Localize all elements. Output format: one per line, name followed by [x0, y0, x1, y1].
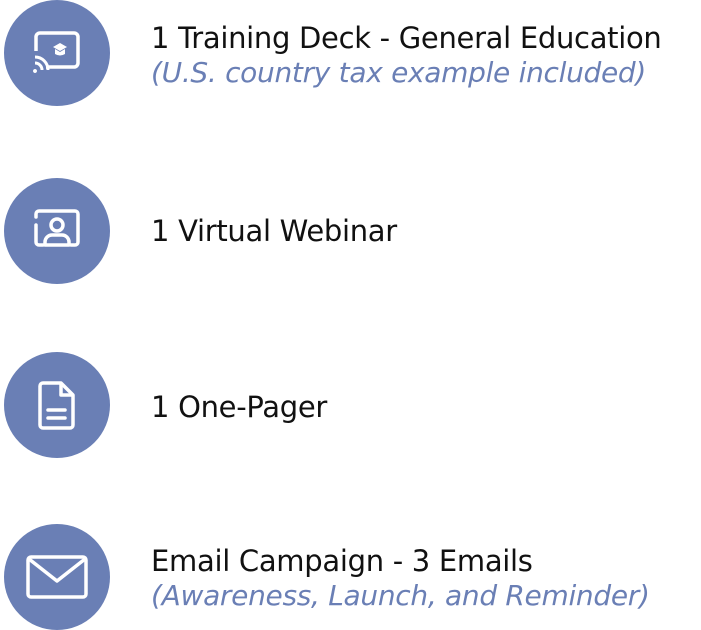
- deliverable-item-webinar: 1 Virtual Webinar: [0, 178, 701, 284]
- item-subtitle: (U.S. country tax example included): [151, 55, 647, 89]
- item-text: 1 One-Pager: [151, 390, 701, 425]
- item-text: 1 Training Deck - General Education (U.S…: [151, 21, 701, 89]
- document-icon: [38, 381, 75, 430]
- webinar-icon: [34, 209, 80, 247]
- item-title: 1 Training Deck - General Education: [151, 21, 662, 55]
- icon-badge: [4, 178, 110, 284]
- deliverable-item-one-pager: 1 One-Pager: [0, 352, 701, 458]
- icon-badge: [4, 524, 110, 630]
- icon-badge: [4, 352, 110, 458]
- item-title: 1 Virtual Webinar: [151, 214, 397, 248]
- deliverable-item-email-campaign: Email Campaign - 3 Emails (Awareness, La…: [0, 524, 701, 630]
- deliverable-item-training-deck: 1 Training Deck - General Education (U.S…: [0, 0, 701, 106]
- email-icon: [26, 555, 88, 599]
- item-text: Email Campaign - 3 Emails (Awareness, La…: [151, 544, 701, 612]
- icon-badge: [4, 0, 110, 106]
- item-subtitle: (Awareness, Launch, and Reminder): [151, 578, 650, 612]
- item-title: 1 One-Pager: [151, 390, 328, 424]
- cast-training-icon: [30, 31, 80, 73]
- item-title: Email Campaign - 3 Emails: [151, 544, 533, 578]
- item-text: 1 Virtual Webinar: [151, 214, 701, 249]
